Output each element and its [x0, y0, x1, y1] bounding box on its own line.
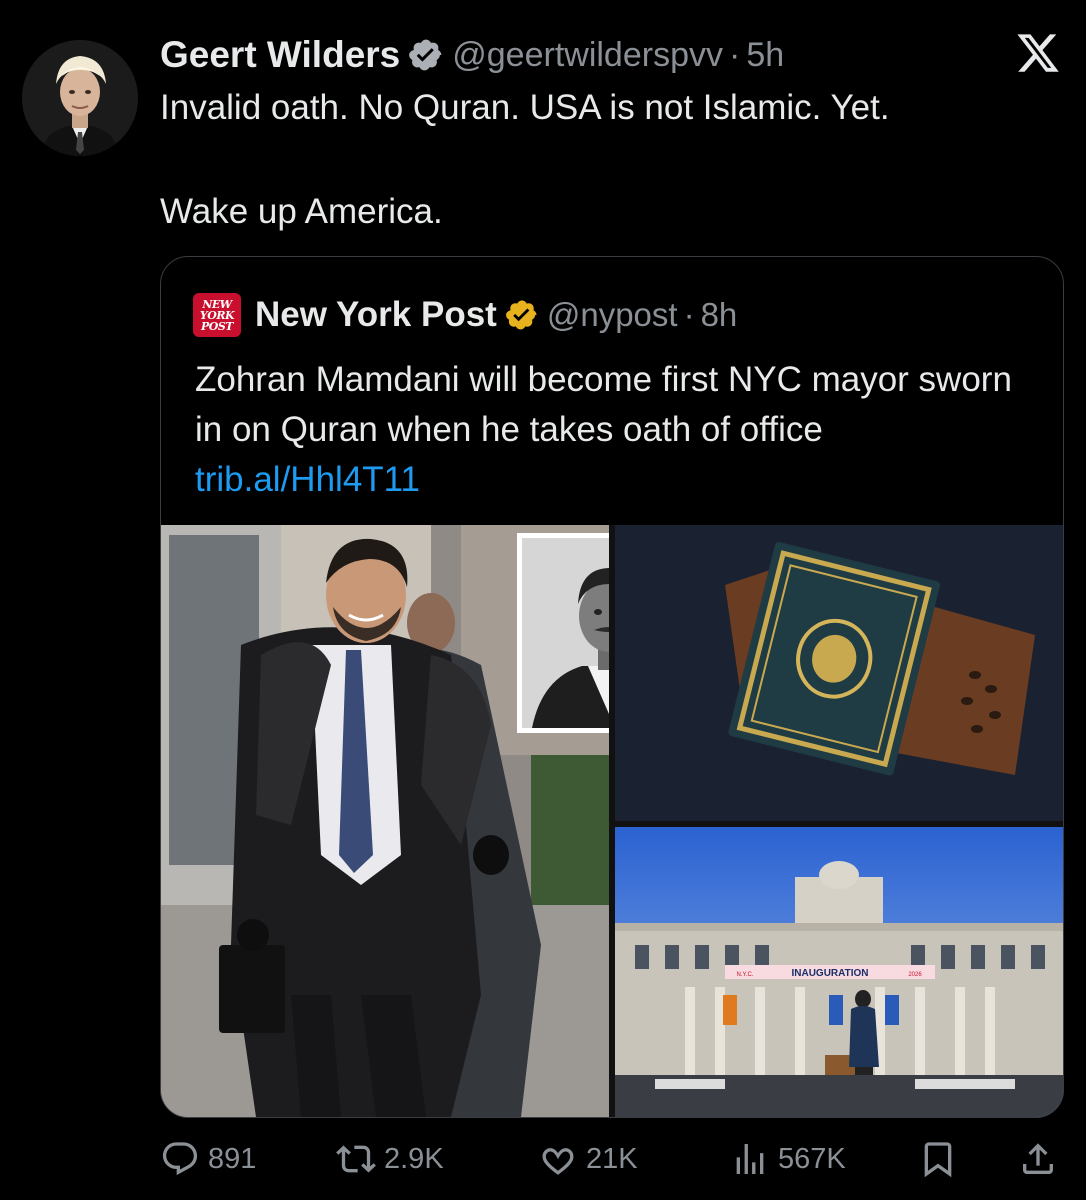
author-avatar[interactable] — [22, 40, 138, 156]
like-count: 21K — [586, 1142, 638, 1175]
author-handle[interactable]: @geertwilderspvv — [452, 36, 723, 75]
quoted-tweet-header: NEW YORK POST New York Post @nypost · 8h — [193, 293, 737, 337]
repost-count: 2.9K — [384, 1142, 444, 1175]
media-photo-quran[interactable] — [615, 525, 1063, 821]
banner-text: INAUGURATION — [791, 968, 868, 979]
media-inset-portrait — [517, 533, 609, 733]
views-count: 567K — [778, 1142, 846, 1175]
quoted-tweet-body: Zohran Mamdani will become first NYC may… — [195, 360, 1012, 449]
separator-dot: · — [683, 296, 695, 333]
x-logo-icon — [1015, 30, 1061, 76]
repost-icon — [336, 1145, 376, 1173]
banner-right: 2026 — [908, 972, 922, 978]
verified-badge-icon[interactable] — [408, 37, 444, 73]
quoted-tweet-card[interactable]: NEW YORK POST New York Post @nypost · 8h… — [160, 256, 1064, 1118]
views-button[interactable]: 567K — [730, 1136, 846, 1182]
bookmark-icon — [924, 1142, 952, 1178]
quoted-tweet-link[interactable]: trib.al/Hhl4T11 — [195, 460, 420, 499]
repost-button[interactable]: 2.9K — [336, 1136, 444, 1182]
tweet-time[interactable]: 5h — [746, 36, 784, 75]
quoted-author-handle[interactable]: @nypost — [547, 296, 678, 334]
verified-badge-icon[interactable] — [505, 298, 539, 332]
quoted-tweet-media[interactable]: INAUGURATION N.Y.C. 2026 — [161, 525, 1063, 1117]
quoted-tweet-text: Zohran Mamdani will become first NYC may… — [195, 355, 1035, 505]
like-icon — [542, 1148, 574, 1175]
reply-button[interactable]: 891 — [160, 1136, 256, 1182]
views-icon — [736, 1144, 764, 1174]
nypost-avatar[interactable]: NEW YORK POST — [193, 293, 241, 337]
share-button[interactable] — [1018, 1136, 1066, 1182]
reply-icon — [162, 1142, 198, 1176]
separator-dot: · — [728, 35, 741, 74]
share-icon — [1023, 1143, 1053, 1174]
media-photo-walking[interactable] — [161, 525, 609, 1117]
reply-count: 891 — [208, 1142, 257, 1175]
tweet-header: Geert Wilders @geertwilderspvv · 5h — [160, 30, 784, 80]
quoted-tweet-time[interactable]: 8h — [701, 296, 738, 334]
banner-left: N.Y.C. — [737, 972, 754, 978]
tweet-text: Invalid oath. No Quran. USA is not Islam… — [160, 88, 890, 231]
nypost-logo-line: NEW — [202, 297, 232, 311]
like-button[interactable]: 21K — [538, 1136, 638, 1182]
tweet-action-bar: 891 2.9K 21K 567K — [160, 1136, 1060, 1182]
quoted-author-name[interactable]: New York Post — [255, 295, 497, 335]
nypost-logo-line: YORK — [199, 308, 235, 322]
author-name[interactable]: Geert Wilders — [160, 34, 400, 76]
nypost-logo-line: POST — [201, 319, 233, 333]
media-photo-city-hall[interactable]: INAUGURATION N.Y.C. 2026 — [615, 827, 1063, 1117]
bookmark-button[interactable] — [918, 1136, 966, 1182]
